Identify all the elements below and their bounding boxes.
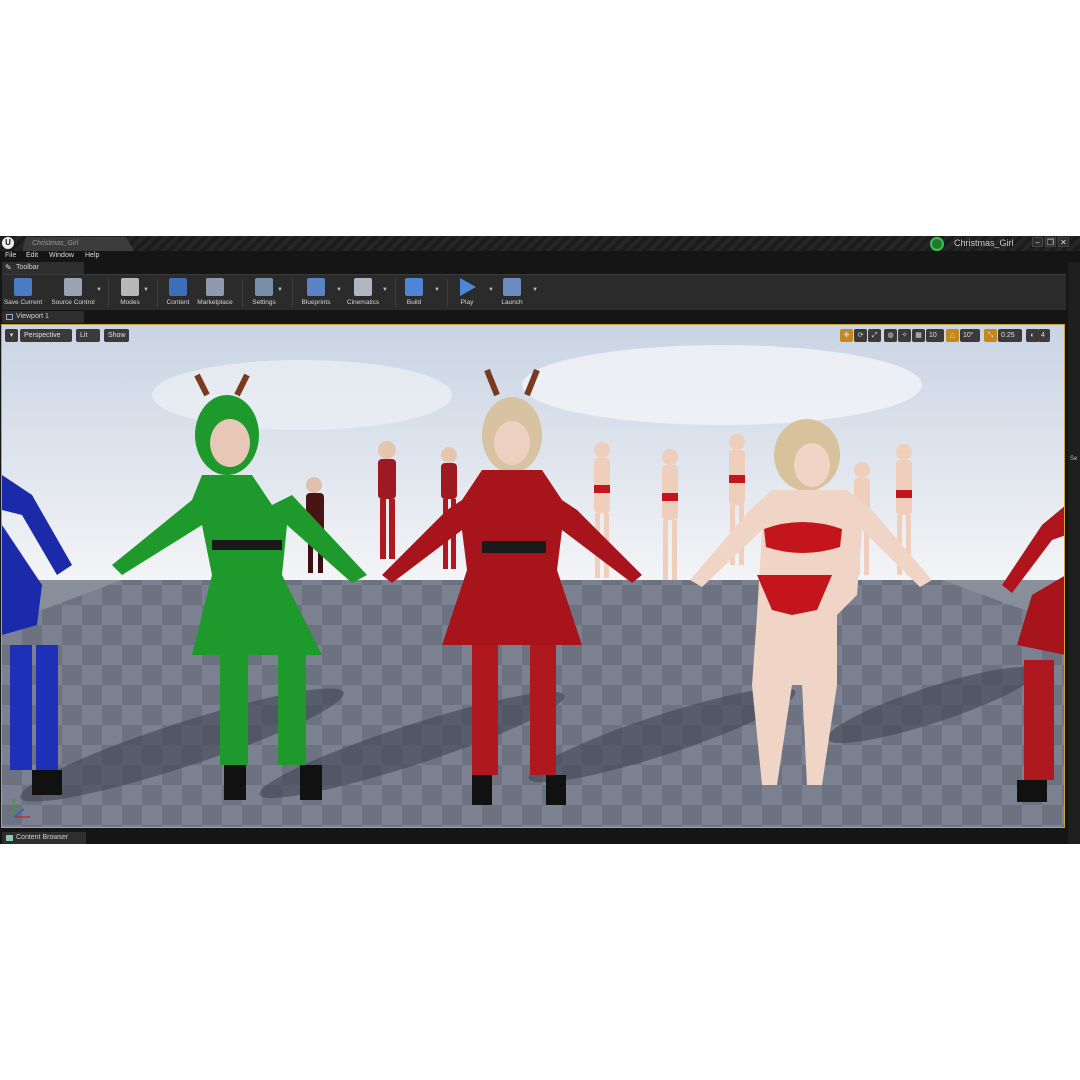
play-button[interactable]: Play bbox=[452, 275, 482, 311]
perspective-label: Perspective bbox=[24, 332, 61, 339]
build-label: Build bbox=[406, 299, 422, 306]
title-bar: U Christmas_Girl Christmas_Girl – ❐ ✕ bbox=[0, 236, 1080, 251]
content-browser-tabbar: Content Browser bbox=[0, 832, 1066, 844]
modes-button[interactable]: Modes bbox=[114, 275, 146, 311]
menu-help[interactable]: Help bbox=[85, 252, 99, 259]
blueprints-button[interactable]: Blueprints bbox=[296, 275, 336, 311]
save-icon bbox=[14, 278, 32, 296]
build-button[interactable]: Build bbox=[399, 275, 429, 311]
viewport-options-button[interactable]: ▾ bbox=[5, 329, 18, 342]
play-label: Play bbox=[460, 299, 474, 306]
menu-bar: File Edit Window Help bbox=[0, 251, 1080, 262]
lit-button[interactable]: Lit bbox=[76, 329, 100, 342]
toolbar-separator bbox=[395, 279, 396, 307]
scale-snap-icon[interactable]: ⤡ bbox=[984, 329, 997, 342]
modes-dropdown-icon[interactable]: ▼ bbox=[143, 287, 149, 293]
content-browser-tab[interactable]: Content Browser bbox=[2, 832, 86, 844]
rotate-icon[interactable]: ⟳ bbox=[854, 329, 867, 342]
build-icon bbox=[405, 278, 423, 296]
content-browser-label: Content Browser bbox=[16, 834, 69, 841]
content-browser-icon bbox=[6, 835, 13, 841]
settings-dropdown-icon[interactable]: ▼ bbox=[277, 287, 283, 293]
marketplace-button[interactable]: Marketplace bbox=[195, 275, 235, 311]
source-control-label: Source Control bbox=[51, 299, 95, 306]
menu-edit[interactable]: Edit bbox=[26, 252, 38, 259]
right-panel-label[interactable]: Se bbox=[1070, 456, 1077, 462]
unreal-editor-window: U Christmas_Girl Christmas_Girl – ❐ ✕ Fi… bbox=[0, 236, 1080, 844]
grid-snap-icon[interactable]: ▦ bbox=[912, 329, 925, 342]
toolbar-separator bbox=[242, 279, 243, 307]
marketplace-label: Marketplace bbox=[197, 299, 233, 306]
toolbar-tab[interactable]: ✎ Toolbar bbox=[2, 262, 84, 274]
toolbar-separator bbox=[292, 279, 293, 307]
toolbar-separator bbox=[447, 279, 448, 307]
viewport[interactable]: ▾ Perspective Lit Show ✥ ⟳ ⤢ ◍ ✧ ▦ 10 △ … bbox=[1, 324, 1065, 828]
blueprints-label: Blueprints bbox=[301, 299, 331, 306]
launch-dropdown-icon[interactable]: ▼ bbox=[532, 287, 538, 293]
minimize-button[interactable]: – bbox=[1032, 237, 1043, 247]
surface-snap-icon[interactable]: ✧ bbox=[898, 329, 911, 342]
scale-icon[interactable]: ⤢ bbox=[868, 329, 881, 342]
cinematics-label: Cinematics bbox=[346, 299, 380, 306]
toolbar-separator bbox=[108, 279, 109, 307]
camera-speed-value[interactable]: 4 bbox=[1038, 329, 1050, 342]
project-icon bbox=[930, 237, 944, 251]
unreal-logo-icon: U bbox=[2, 237, 14, 249]
axis-gizmo bbox=[13, 799, 30, 818]
modes-label: Modes bbox=[120, 299, 140, 306]
modes-icon bbox=[121, 278, 139, 296]
save-current-button[interactable]: Save Current bbox=[2, 275, 44, 311]
show-button[interactable]: Show bbox=[104, 329, 129, 342]
perspective-button[interactable]: Perspective bbox=[20, 329, 72, 342]
cloud bbox=[522, 345, 922, 425]
viewport-tab-label: Viewport 1 bbox=[16, 313, 49, 320]
right-panel-edge bbox=[1068, 262, 1080, 844]
source-control-icon bbox=[64, 278, 82, 296]
marketplace-icon bbox=[206, 278, 224, 296]
toolbar: Save Current Source Control ▼ Modes ▼ Co… bbox=[2, 274, 1066, 310]
rotation-snap-icon[interactable]: △ bbox=[946, 329, 959, 342]
maximize-button[interactable]: ❐ bbox=[1045, 237, 1056, 247]
menu-window[interactable]: Window bbox=[49, 252, 74, 259]
world-space-icon[interactable]: ◍ bbox=[884, 329, 897, 342]
save-current-label: Save Current bbox=[3, 299, 43, 306]
toolbar-tab-label: Toolbar bbox=[16, 264, 39, 271]
viewport-tabbar: Viewport 1 bbox=[0, 311, 1066, 323]
settings-button[interactable]: Settings bbox=[247, 275, 281, 311]
source-control-dropdown-icon[interactable]: ▼ bbox=[96, 287, 102, 293]
play-icon bbox=[460, 278, 476, 296]
cinematics-icon bbox=[354, 278, 372, 296]
scale-snap-value[interactable]: 0.25 bbox=[998, 329, 1022, 342]
cloud bbox=[152, 360, 452, 430]
document-tab[interactable]: Christmas_Girl bbox=[22, 237, 134, 251]
close-button[interactable]: ✕ bbox=[1058, 237, 1069, 247]
content-button[interactable]: Content bbox=[162, 275, 194, 311]
scene-render bbox=[2, 325, 1064, 827]
launch-button[interactable]: Launch bbox=[496, 275, 528, 311]
settings-label: Settings bbox=[252, 299, 276, 306]
lit-label: Lit bbox=[80, 332, 88, 339]
menu-file[interactable]: File bbox=[5, 252, 16, 259]
viewport-icon bbox=[6, 314, 13, 320]
rotation-snap-value[interactable]: 10° bbox=[960, 329, 980, 342]
toolbar-separator bbox=[157, 279, 158, 307]
cinematics-button[interactable]: Cinematics bbox=[342, 275, 384, 311]
viewport-tab[interactable]: Viewport 1 bbox=[2, 311, 84, 323]
blueprints-icon bbox=[307, 278, 325, 296]
cinematics-dropdown-icon[interactable]: ▼ bbox=[382, 287, 388, 293]
grid-snap-value[interactable]: 10 bbox=[926, 329, 944, 342]
settings-icon bbox=[255, 278, 273, 296]
content-icon bbox=[169, 278, 187, 296]
launch-label: Launch bbox=[501, 299, 523, 306]
wrench-icon: ✎ bbox=[5, 263, 12, 272]
play-dropdown-icon[interactable]: ▼ bbox=[488, 287, 494, 293]
translate-icon[interactable]: ✥ bbox=[840, 329, 853, 342]
build-dropdown-icon[interactable]: ▼ bbox=[434, 287, 440, 293]
content-label: Content bbox=[166, 299, 190, 306]
show-label: Show bbox=[108, 332, 126, 339]
project-name: Christmas_Girl bbox=[954, 238, 1014, 248]
source-control-button[interactable]: Source Control bbox=[48, 275, 98, 311]
launch-icon bbox=[503, 278, 521, 296]
